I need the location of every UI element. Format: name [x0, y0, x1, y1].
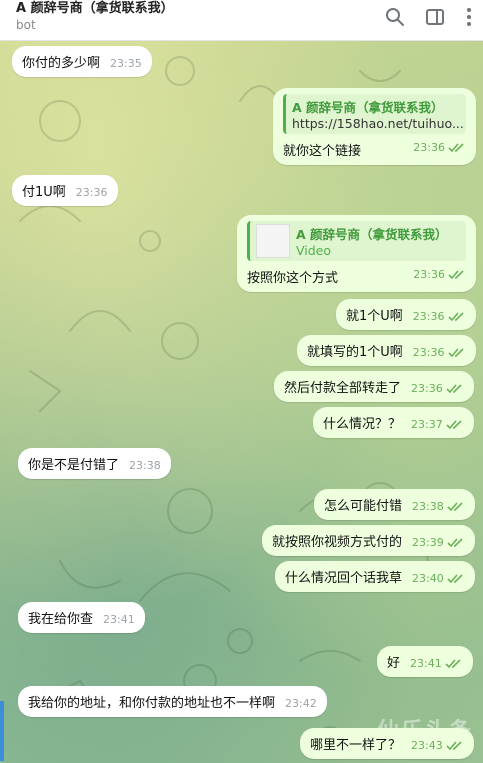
- double-check-icon: [446, 740, 462, 750]
- quote-body: https://158hao.net/tuihuo...: [292, 116, 464, 131]
- left-accent-strip: [0, 701, 4, 761]
- message-time: 23:41: [103, 613, 135, 626]
- quote-title: A 颜辞号商（拿货联系我）: [296, 227, 448, 242]
- chat-header: A 颜辞号商（拿货联系我） bot: [0, 0, 483, 41]
- message-text: 你付的多少啊: [22, 56, 101, 71]
- message-incoming[interactable]: 我给你的地址，和你付款的地址也不一样啊 23:42: [18, 686, 327, 717]
- message-time: 23:42: [285, 697, 317, 710]
- message-time: 23:36: [412, 346, 445, 359]
- message-time: 23:36: [413, 268, 445, 281]
- message-text: 哪里不一样了？: [310, 738, 402, 753]
- message-text: 就1个U啊: [346, 309, 403, 324]
- chat-subtitle: bot: [16, 18, 36, 32]
- double-check-icon: [447, 537, 463, 547]
- reply-quote[interactable]: A 颜辞号商（拿货联系我） https://158hao.net/tuihuo.…: [283, 94, 466, 134]
- double-check-icon: [447, 311, 464, 321]
- message-time: 23:37: [411, 418, 443, 431]
- message-outgoing[interactable]: 哪里不一样了？ 23:43: [300, 728, 474, 759]
- double-check-icon: [448, 269, 464, 279]
- quote-title: A 颜辞号商（拿货联系我）: [292, 100, 444, 115]
- message-text: 好: [387, 656, 401, 671]
- message-outgoing[interactable]: 怎么可能付错 23:38: [314, 489, 475, 520]
- double-check-icon: [447, 501, 463, 511]
- double-check-icon: [447, 347, 464, 357]
- sidebar-toggle-icon[interactable]: [424, 6, 446, 28]
- message-text: 什么情况回个话我草: [285, 571, 403, 586]
- double-check-icon: [448, 142, 464, 152]
- message-text: 按照你这个方式: [247, 271, 339, 286]
- message-time: 23:36: [411, 382, 443, 395]
- message-text: 就填写的1个U啊: [307, 345, 403, 360]
- chat-area[interactable]: 你付的多少啊 23:35 A 颜辞号商（拿货联系我） https://158hao…: [0, 41, 483, 763]
- message-time: 23:36: [413, 141, 445, 154]
- message-outgoing[interactable]: 就按照你视频方式付的 23:39: [262, 525, 475, 556]
- chat-title[interactable]: A 颜辞号商（拿货联系我）: [16, 0, 174, 16]
- message-time: 23:40: [412, 572, 444, 585]
- message-text: 我在给你查: [28, 612, 94, 627]
- message-text: 怎么可能付错: [324, 499, 403, 514]
- message-outgoing[interactable]: 就填写的1个U啊 23:36: [297, 335, 476, 366]
- message-time: 23:35: [110, 57, 142, 70]
- double-check-icon: [447, 573, 463, 583]
- message-outgoing[interactable]: 好 23:41: [377, 646, 473, 677]
- video-thumbnail[interactable]: [256, 224, 290, 258]
- message-outgoing[interactable]: 然后付款全部转走了 23:36: [274, 371, 474, 402]
- double-check-icon: [446, 419, 462, 429]
- double-check-icon: [446, 383, 462, 393]
- message-text: 就按照你视频方式付的: [272, 535, 403, 550]
- message-incoming[interactable]: 你付的多少啊 23:35: [12, 46, 152, 77]
- more-vertical-icon[interactable]: [458, 6, 480, 28]
- message-outgoing[interactable]: 什么情况？？ 23:37: [313, 407, 474, 438]
- message-text: 什么情况？？: [323, 417, 402, 432]
- message-outgoing[interactable]: 什么情况回个话我草 23:40: [275, 561, 475, 592]
- message-outgoing[interactable]: 就1个U啊 23:36: [336, 299, 476, 330]
- search-icon[interactable]: [384, 6, 406, 28]
- message-outgoing-reply[interactable]: A 颜辞号商（拿货联系我） Video 按照你这个方式 23:36: [237, 215, 476, 292]
- message-text: 付1U啊: [22, 185, 66, 200]
- message-time: 23:43: [411, 739, 443, 752]
- message-text: 我给你的地址，和你付款的地址也不一样啊: [28, 696, 276, 711]
- message-time: 23:38: [129, 459, 161, 472]
- message-incoming[interactable]: 你是不是付错了 23:38: [18, 448, 171, 479]
- message-time: 23:38: [412, 500, 444, 513]
- message-text: 你是不是付错了: [28, 458, 120, 473]
- message-time: 23:36: [75, 186, 108, 199]
- quote-body: Video: [296, 243, 332, 258]
- message-text: 然后付款全部转走了: [284, 381, 402, 396]
- message-outgoing-reply[interactable]: A 颜辞号商（拿货联系我） https://158hao.net/tuihuo.…: [273, 88, 476, 165]
- reply-quote[interactable]: A 颜辞号商（拿货联系我） Video: [247, 221, 466, 261]
- message-time: 23:36: [412, 310, 445, 323]
- message-incoming[interactable]: 付1U啊 23:36: [12, 175, 118, 206]
- message-text: 就你这个链接: [283, 144, 362, 159]
- double-check-icon: [445, 658, 461, 668]
- message-time: 23:41: [410, 657, 442, 670]
- message-incoming[interactable]: 我在给你查 23:41: [18, 602, 145, 633]
- message-time: 23:39: [412, 536, 444, 549]
